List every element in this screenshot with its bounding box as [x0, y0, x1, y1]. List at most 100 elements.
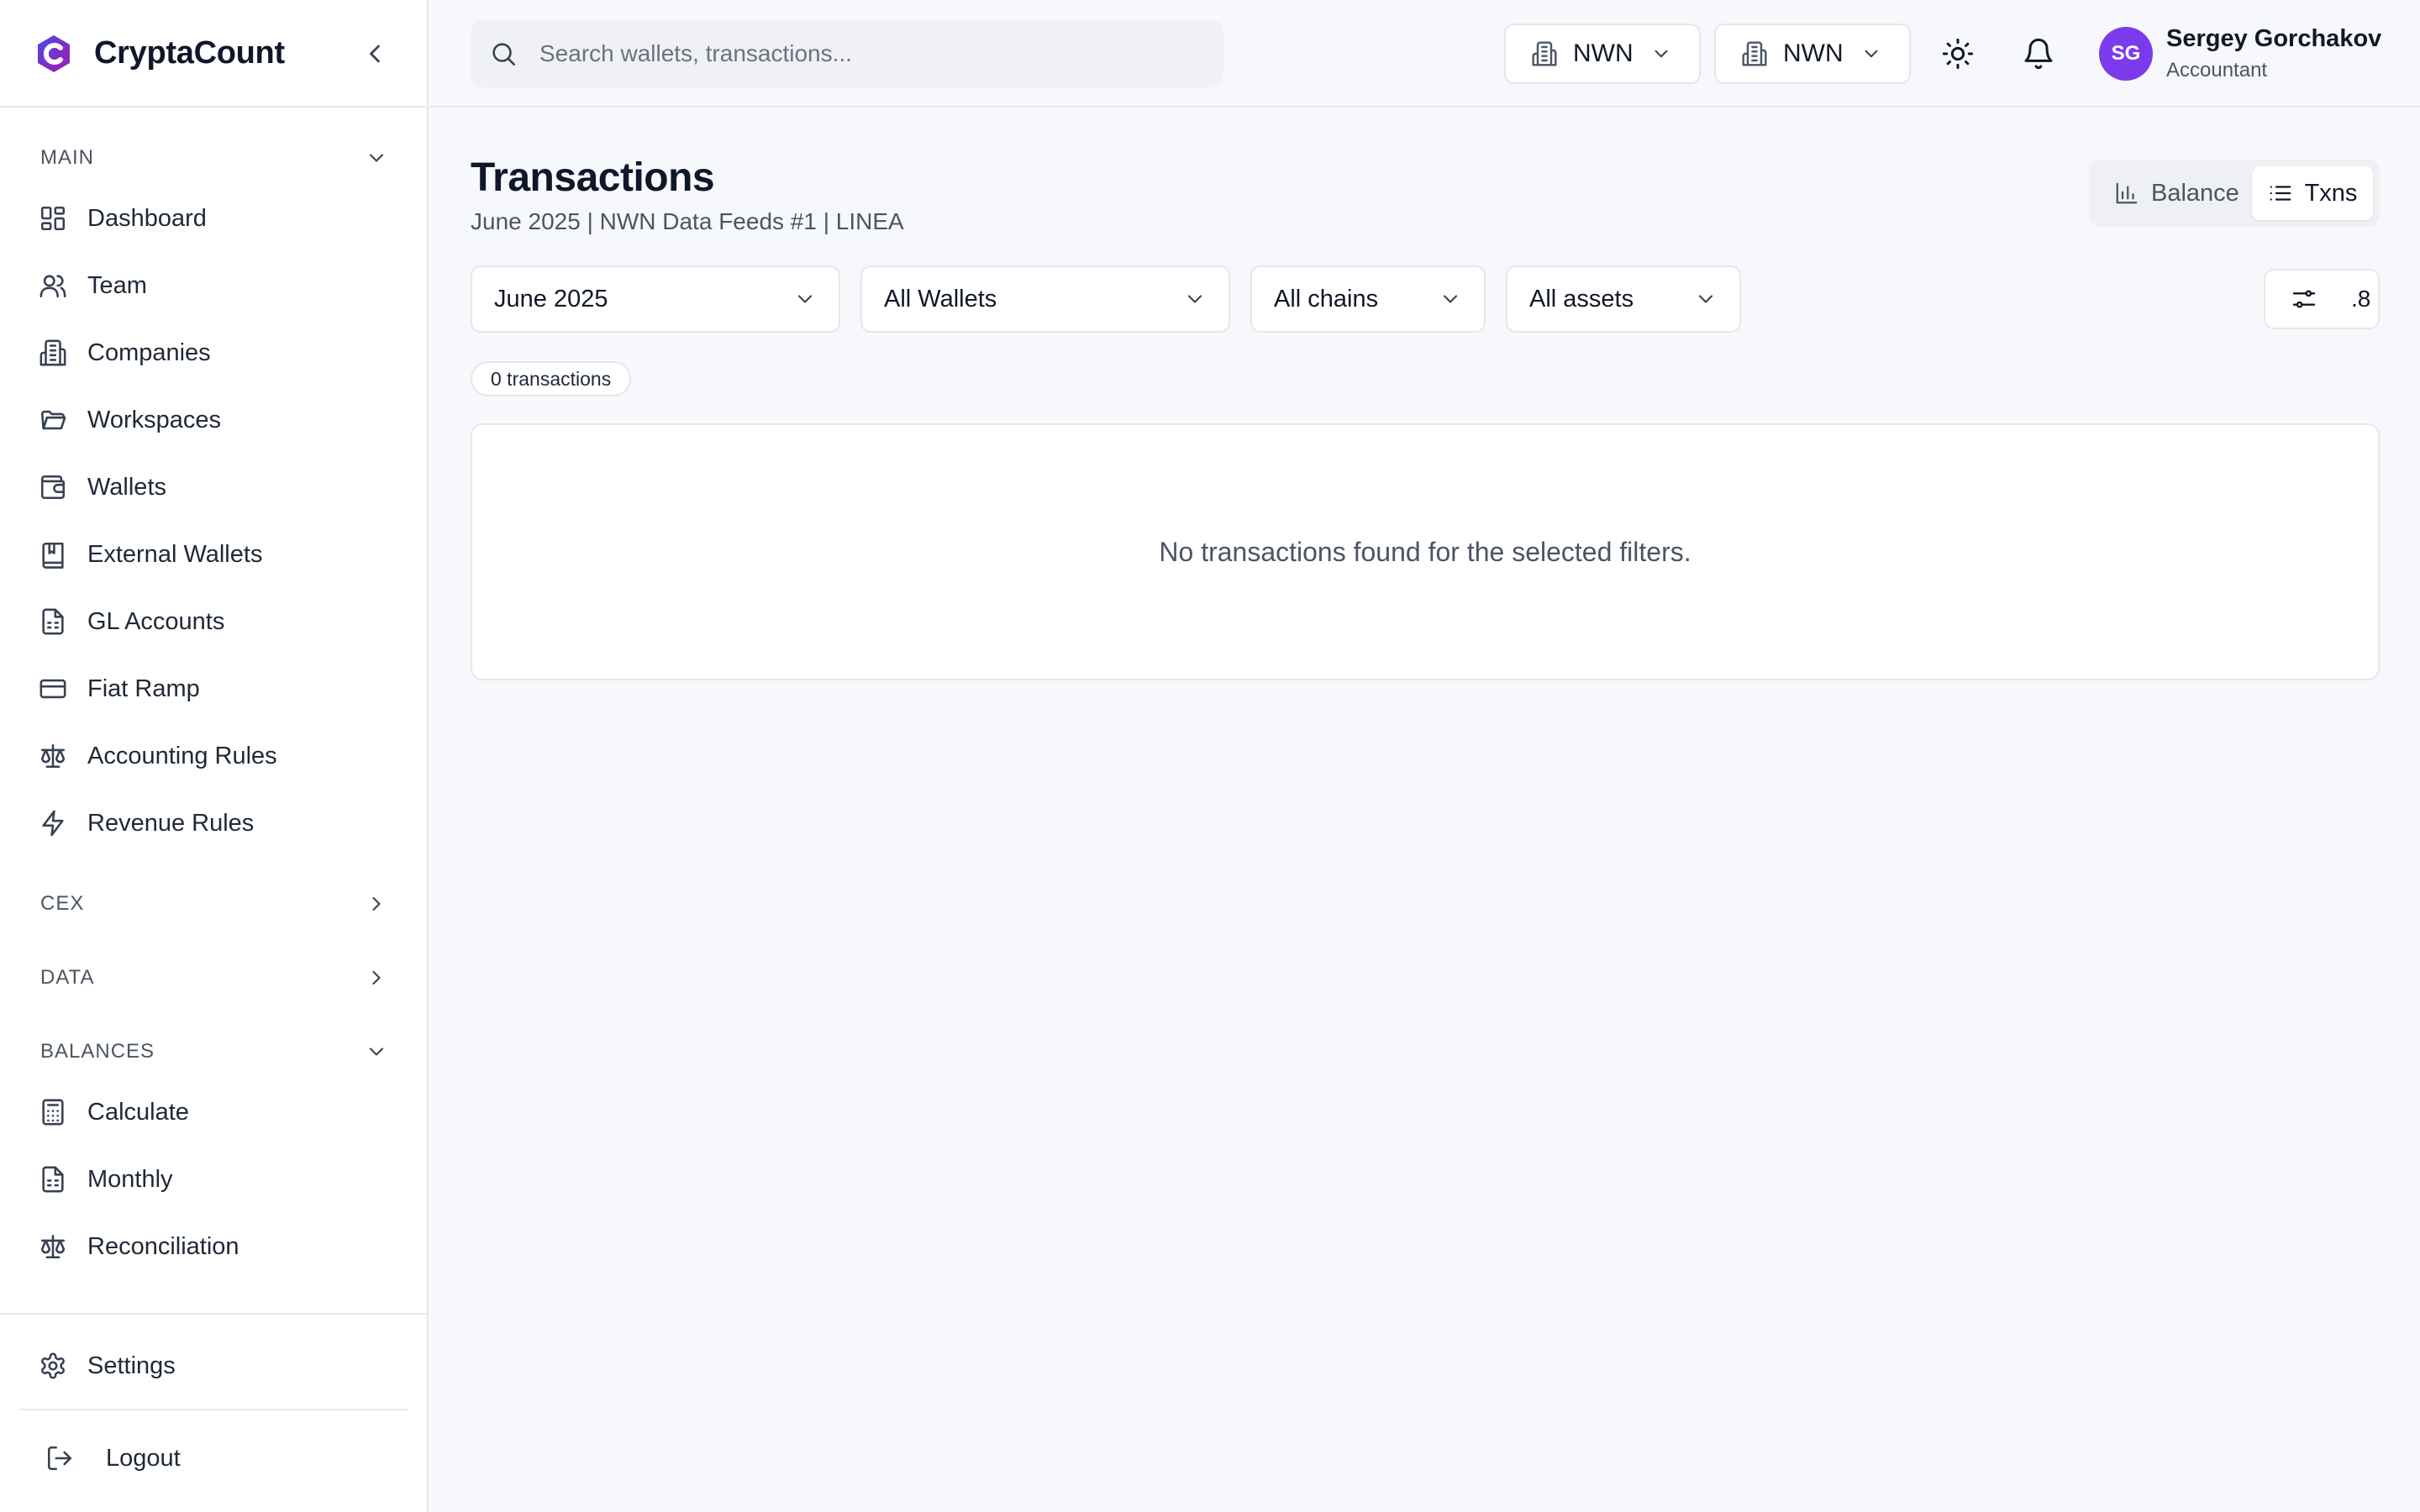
scale-icon	[39, 1232, 67, 1261]
sidebar-item-label: Revenue Rules	[87, 809, 255, 837]
building-icon	[1741, 40, 1768, 67]
building-icon	[39, 339, 67, 367]
bar-chart-icon	[2114, 181, 2139, 206]
logout-icon	[45, 1444, 74, 1473]
chevron-down-icon	[365, 1040, 388, 1063]
page-subtitle: June 2025 | NWN Data Feeds #1 | LINEA	[471, 208, 904, 234]
users-icon	[39, 271, 67, 300]
collapse-sidebar-icon[interactable]	[360, 39, 390, 69]
logout-label: Logout	[106, 1444, 181, 1472]
notifications-bell-icon[interactable]	[2022, 37, 2055, 71]
search-icon	[489, 39, 518, 68]
tab-txns-label: Txns	[2304, 179, 2358, 207]
credit-card-icon	[39, 675, 67, 703]
file-spreadsheet-icon	[39, 1165, 67, 1194]
chains-filter-label: All chains	[1274, 285, 1379, 312]
scale-icon	[39, 742, 67, 770]
chevron-down-icon	[1694, 287, 1718, 311]
section-data-toggle[interactable]: DATA	[40, 961, 388, 995]
filter-settings-button[interactable]: .8	[2264, 269, 2380, 329]
sidebar-item-label: Settings	[87, 1352, 176, 1379]
sidebar-item-label: Companies	[87, 339, 211, 366]
sidebar-item-label: Team	[87, 271, 147, 299]
tab-balance-label: Balance	[2151, 179, 2239, 207]
sidebar-item-label: External Wallets	[87, 540, 263, 568]
dashboard-icon	[39, 204, 67, 233]
file-spreadsheet-icon	[39, 607, 67, 636]
assets-filter-select[interactable]: All assets	[1506, 265, 1741, 333]
sidebar-item-wallets[interactable]: Wallets	[37, 464, 398, 511]
transaction-count-badge: 0 transactions	[471, 361, 632, 396]
wallets-filter-label: All Wallets	[884, 285, 997, 312]
chevron-down-icon	[1860, 43, 1882, 65]
building-icon	[1531, 40, 1558, 67]
sidebar-item-team[interactable]: Team	[37, 262, 398, 309]
tab-balance[interactable]: Balance	[2114, 166, 2265, 220]
sidebar-item-workspaces[interactable]: Workspaces	[37, 396, 398, 444]
topbar: NWN NWN SG Sergey Gorchakov Accountant	[430, 0, 2420, 108]
logout-button[interactable]: Logout	[37, 1435, 398, 1482]
sliders-icon	[2291, 286, 2317, 312]
sidebar-item-accounting-rules[interactable]: Accounting Rules	[37, 732, 398, 780]
section-data-label: DATA	[40, 966, 95, 989]
sidebar-item-label: Reconciliation	[87, 1232, 239, 1260]
sidebar-divider	[0, 1313, 429, 1315]
theme-toggle-sun-icon[interactable]	[1941, 37, 1975, 71]
wallets-filter-select[interactable]: All Wallets	[860, 265, 1230, 333]
section-balances-toggle[interactable]: BALANCES	[40, 1035, 388, 1068]
section-main-toggle[interactable]: MAIN	[40, 141, 388, 175]
sidebar: CryptaCount MAIN Dashboard Team Companie…	[0, 0, 429, 1512]
sidebar-item-calculate[interactable]: Calculate	[37, 1089, 398, 1136]
sidebar-item-settings[interactable]: Settings	[37, 1342, 398, 1389]
app-name: CryptaCount	[94, 35, 285, 71]
chevron-down-icon	[1439, 287, 1462, 311]
organization-select-label: NWN	[1573, 39, 1634, 67]
period-filter-label: June 2025	[494, 285, 608, 312]
user-role: Accountant	[2166, 59, 2268, 81]
sidebar-item-monthly[interactable]: Monthly	[37, 1156, 398, 1203]
empty-state-message: No transactions found for the selected f…	[1159, 536, 1691, 567]
organization-select[interactable]: NWN	[1504, 24, 1701, 84]
gear-icon	[39, 1352, 67, 1380]
section-cex-label: CEX	[40, 892, 85, 915]
sidebar-item-revenue-rules[interactable]: Revenue Rules	[37, 800, 398, 847]
page-title: Transactions	[471, 155, 715, 200]
sidebar-item-fiat-ramp[interactable]: Fiat Ramp	[37, 665, 398, 712]
sidebar-item-label: GL Accounts	[87, 607, 225, 635]
list-icon	[2268, 181, 2293, 206]
search-input[interactable]	[539, 40, 1195, 67]
company-select-label: NWN	[1783, 39, 1844, 67]
transactions-empty-state: No transactions found for the selected f…	[471, 423, 2380, 680]
book-icon	[39, 540, 67, 569]
sidebar-item-gl-accounts[interactable]: GL Accounts	[37, 598, 398, 645]
avatar[interactable]: SG	[2099, 27, 2153, 81]
sidebar-item-external-wallets[interactable]: External Wallets	[37, 531, 398, 578]
filter-settings-value: .8	[2351, 286, 2371, 312]
chains-filter-select[interactable]: All chains	[1250, 265, 1486, 333]
section-balances-label: BALANCES	[40, 1040, 155, 1063]
sidebar-item-label: Accounting Rules	[87, 742, 277, 769]
view-toggle: Balance Txns	[2089, 160, 2380, 227]
sidebar-item-label: Wallets	[87, 473, 166, 501]
search-bar	[471, 20, 1223, 87]
assets-filter-label: All assets	[1529, 285, 1634, 312]
chevron-right-icon	[365, 966, 388, 990]
section-cex-toggle[interactable]: CEX	[40, 887, 388, 921]
user-name: Sergey Gorchakov	[2166, 25, 2382, 52]
chevron-down-icon	[1183, 287, 1207, 311]
chevron-down-icon	[1650, 43, 1672, 65]
tab-txns[interactable]: Txns	[2252, 166, 2373, 220]
company-select[interactable]: NWN	[1714, 24, 1911, 84]
sidebar-item-label: Workspaces	[87, 406, 222, 433]
wallet-icon	[39, 473, 67, 501]
brand: CryptaCount	[0, 0, 429, 108]
sidebar-divider	[20, 1409, 408, 1410]
section-main-label: MAIN	[40, 146, 94, 169]
sidebar-item-label: Monthly	[87, 1165, 173, 1193]
sidebar-item-companies[interactable]: Companies	[37, 329, 398, 376]
sidebar-item-reconciliation[interactable]: Reconciliation	[37, 1223, 398, 1270]
sidebar-item-label: Calculate	[87, 1098, 189, 1126]
period-filter-select[interactable]: June 2025	[471, 265, 840, 333]
sidebar-item-dashboard[interactable]: Dashboard	[37, 195, 398, 242]
sidebar-item-label: Dashboard	[87, 204, 207, 232]
